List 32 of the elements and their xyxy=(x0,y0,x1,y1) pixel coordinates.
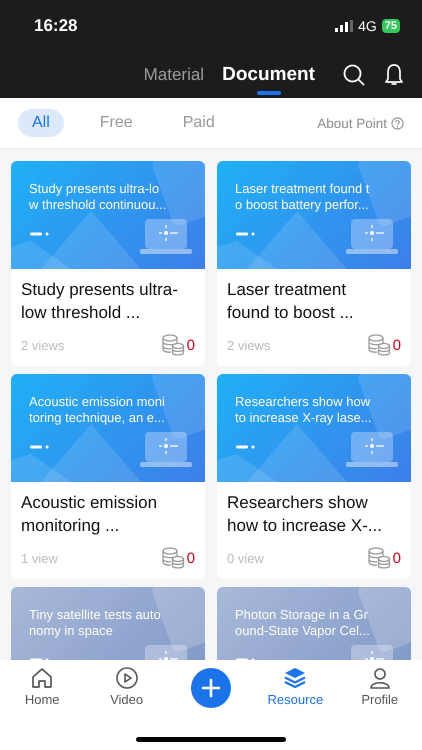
document-card[interactable]: Study presents ultra-lo w threshold continuou... Study presents ultra-low threshold ... 2 views 0 xyxy=(11,161,205,366)
tab-bar-item[interactable]: Profile xyxy=(344,666,415,708)
card-title: Researchers show how to increase X-... xyxy=(227,492,383,537)
price-value: 0 xyxy=(392,550,401,566)
document-card[interactable]: Acoustic emission moni toring technique, an e... Acoustic emission monitoring ... 1 view 0 xyxy=(11,374,205,579)
view-count: 2 views xyxy=(21,338,64,352)
price-value: 0 xyxy=(186,336,195,354)
document-card[interactable]: Laser treatment found t o boost battery perfor... Laser treatment found to boost ... 2 views 0 xyxy=(217,161,411,366)
filter-tab[interactable]: All xyxy=(18,109,64,137)
thumbnail-text: Acoustic emission moni toring technique, an e... xyxy=(29,394,165,426)
header-tab[interactable]: Material xyxy=(134,55,214,95)
card-title: Acoustic emission monitoring ... xyxy=(21,492,158,537)
view-count: 0 view xyxy=(227,550,264,566)
price-value: 0 xyxy=(186,550,195,566)
card-title: Study presents ultra-low threshold ... xyxy=(21,279,179,324)
tab-bar-item[interactable]: Home xyxy=(7,666,78,708)
tab-bar-item[interactable]: Video xyxy=(92,666,162,708)
network-label: 4G xyxy=(358,18,377,34)
thumbnail-text: Researchers show how to increase X-ray lase... xyxy=(235,394,372,426)
view-count: 1 view xyxy=(21,550,58,566)
card-title: Laser treatment found to boost ... xyxy=(227,279,355,324)
header-tab[interactable]: Document xyxy=(213,55,324,95)
thumbnail-text: Tiny satellite tests auto nomy in space xyxy=(29,607,161,639)
tab-bar-item[interactable]: Resource xyxy=(260,666,330,708)
battery-level: 75 xyxy=(382,19,400,33)
thumbnail-text: Study presents ultra-lo w threshold continuou... xyxy=(29,181,166,213)
thumbnail-text: Photon Storage in a Gr ound-State Vapor Cel... xyxy=(235,607,370,639)
thumbnail-text: Laser treatment found t o boost battery perfor... xyxy=(235,181,370,213)
price-value: 0 xyxy=(392,336,401,354)
document-card[interactable]: Researchers show how to increase X-ray lase... Researchers show how to increase X-... 0 view 0 xyxy=(217,374,411,579)
view-count: 2 views xyxy=(227,338,270,352)
status-time: 16:28 xyxy=(34,16,78,36)
